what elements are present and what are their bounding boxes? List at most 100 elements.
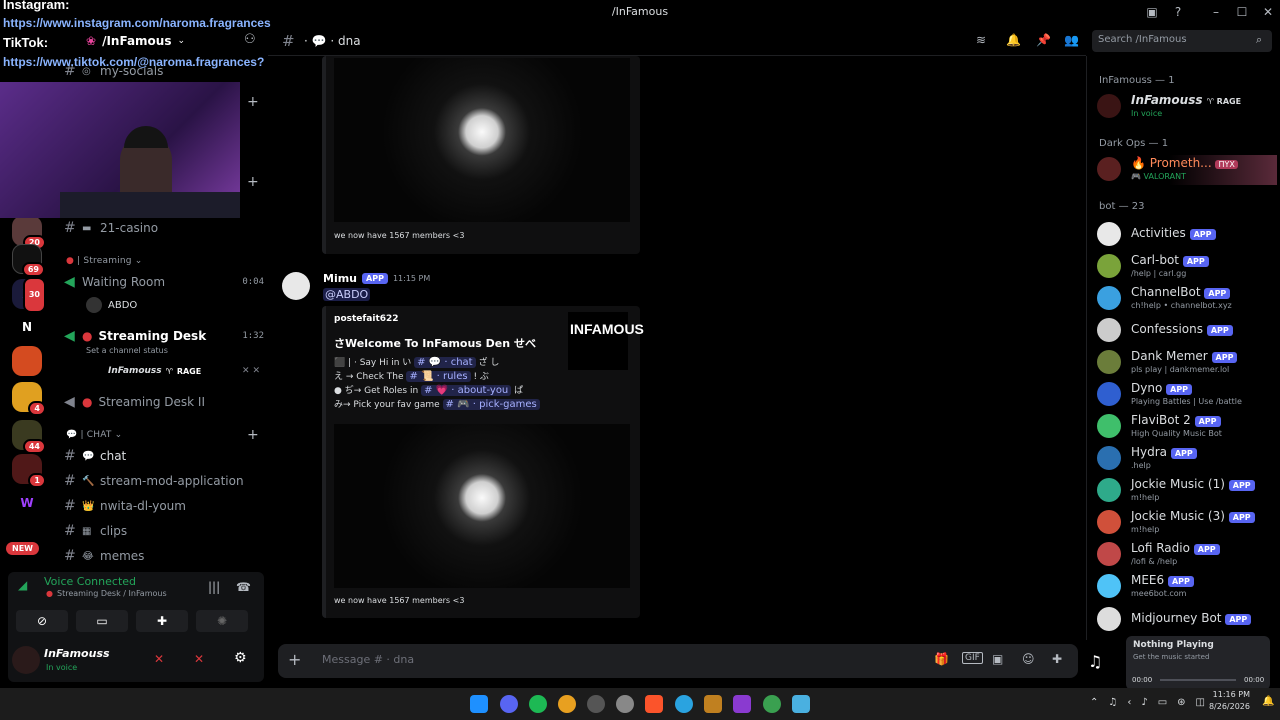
member-bot[interactable]: FlaviBot 2 APP High Quality Music Bot: [1097, 412, 1277, 442]
message-input[interactable]: Message # · dna: [322, 653, 414, 666]
member-bot[interactable]: Jockie Music (1) APP m!help: [1097, 476, 1277, 506]
moon-image[interactable]: [334, 424, 630, 588]
tiktok-link[interactable]: https://www.tiktok.com/@naroma.fragrance…: [3, 55, 264, 69]
channel-chat[interactable]: # 💬 chat: [64, 445, 264, 467]
clock-date[interactable]: 8/26/2026: [1200, 702, 1250, 711]
member-bot[interactable]: Activities APP: [1097, 220, 1277, 250]
brave-app-icon[interactable]: [645, 695, 663, 713]
chrome-app-icon[interactable]: [763, 695, 781, 713]
member-bot[interactable]: Jockie Music (3) APP m!help: [1097, 508, 1277, 538]
app-icon[interactable]: [704, 695, 722, 713]
server-icon[interactable]: 44: [12, 420, 46, 454]
channel-link-chat[interactable]: # 💬 · chat: [414, 357, 476, 368]
spotify-app-icon[interactable]: [529, 695, 547, 713]
server-icon[interactable]: [12, 346, 42, 376]
notification-icon[interactable]: 🔔: [1262, 696, 1274, 707]
app-icon[interactable]: [792, 695, 810, 713]
activities-button[interactable]: ✚: [136, 610, 188, 632]
member-bot[interactable]: Dank Memer APP pls play | dankmemer.lol: [1097, 348, 1277, 378]
minimize-button[interactable]: –: [1208, 4, 1224, 20]
progress-bar[interactable]: [1160, 679, 1236, 681]
category-streaming[interactable]: ● | Streaming ⌄: [66, 256, 143, 266]
help-icon[interactable]: ?: [1170, 4, 1186, 20]
member-infamouss[interactable]: InFamouss ♈ RAGE In voice: [1097, 92, 1277, 122]
app-icon[interactable]: [733, 695, 751, 713]
moon-image[interactable]: [334, 58, 630, 222]
embed-author[interactable]: postefait622: [334, 314, 399, 324]
members-icon[interactable]: 👥: [1064, 33, 1079, 47]
add-channel-icon[interactable]: +: [247, 174, 259, 190]
gif-icon[interactable]: GIF: [962, 652, 983, 664]
server-icon[interactable]: N: [12, 312, 42, 342]
server-icon[interactable]: 69: [12, 244, 45, 277]
instagram-link[interactable]: https://www.instagram.com/naroma.fragran…: [3, 16, 271, 30]
voice-streaming-desk[interactable]: ◀ ● Streaming Desk 1:32: [64, 325, 264, 347]
app-icon[interactable]: [616, 695, 634, 713]
gift-icon[interactable]: 🎁: [934, 652, 949, 666]
search-input[interactable]: Search /InFamous ⌕: [1092, 30, 1272, 52]
member-prometh[interactable]: 🔥 Prometh... ПYX 🎮 VALORANT: [1097, 155, 1277, 185]
category-chat[interactable]: 💬 | CHAT ⌄: [66, 430, 122, 440]
channel-memes[interactable]: # 😂 memes: [64, 545, 264, 567]
noise-suppression-icon[interactable]: |||: [208, 580, 220, 594]
add-channel-icon[interactable]: +: [247, 427, 259, 443]
soundboard-button[interactable]: ✺: [196, 610, 248, 632]
threads-icon[interactable]: ≋: [976, 33, 986, 47]
channel-link-rules[interactable]: # 📜 · rules: [406, 371, 471, 382]
inbox-icon[interactable]: ▣: [1144, 4, 1160, 20]
server-icon[interactable]: W: [12, 488, 42, 518]
channel-status-prompt[interactable]: Set a channel status: [86, 346, 168, 355]
member-bot[interactable]: MEE6 APP mee6bot.com: [1097, 572, 1277, 602]
server-icon[interactable]: 20: [12, 216, 46, 250]
channel-link-pick-games[interactable]: # 🎮 · pick-games: [442, 399, 540, 410]
clock-time[interactable]: 11:16 PM: [1206, 690, 1250, 699]
disconnect-icon[interactable]: ☎: [236, 580, 251, 594]
server-icon[interactable]: X30: [12, 277, 46, 313]
mute-icon[interactable]: ✕: [154, 652, 164, 666]
voice-status[interactable]: Voice Connected: [44, 575, 136, 588]
channel-21-casino[interactable]: # ▬ 21-casino: [64, 217, 264, 239]
voice-user-abdo[interactable]: ABDO: [86, 297, 137, 313]
emoji-icon[interactable]: ☺: [1022, 652, 1035, 666]
close-button[interactable]: ✕: [1260, 4, 1276, 20]
invite-icon[interactable]: ⚇: [244, 32, 256, 47]
voice-streaming-desk-2[interactable]: ◀ ● Streaming Desk II: [64, 391, 264, 413]
avatar[interactable]: [12, 646, 40, 674]
gear-icon[interactable]: ⚙: [234, 650, 247, 666]
camera-off-button[interactable]: ⊘: [16, 610, 68, 632]
windows-start-icon[interactable]: [470, 695, 488, 713]
maximize-button[interactable]: ☐: [1234, 4, 1250, 20]
music-note-icon[interactable]: ♫: [1088, 652, 1102, 671]
member-bot[interactable]: Lofi Radio APP/lofi & /help: [1097, 540, 1277, 570]
member-bot[interactable]: Carl-bot APP/help | carl.gg: [1097, 252, 1277, 282]
obs-app-icon[interactable]: [587, 695, 605, 713]
member-bot[interactable]: Hydra APP .help: [1097, 444, 1277, 474]
apps-icon[interactable]: ✚: [1052, 652, 1062, 666]
channel-link-about-you[interactable]: # 💗 · about-you: [421, 385, 512, 396]
avatar[interactable]: [282, 272, 310, 300]
voice-waiting-room[interactable]: ◀ Waiting Room 0:04: [64, 271, 264, 293]
member-bot[interactable]: ChannelBot APP ch!help • channelbot.xyz: [1097, 284, 1277, 314]
new-badge[interactable]: NEW: [6, 542, 39, 555]
server-icon[interactable]: 4: [12, 382, 46, 416]
bell-icon[interactable]: 🔔: [1006, 33, 1021, 47]
channel-stream-mod-application[interactable]: # 🔨 stream-mod-application: [64, 470, 264, 492]
message-mention[interactable]: @ABDO: [323, 288, 371, 301]
channel-nwita-dl-youm[interactable]: # 👑 nwita-dl-youm: [64, 495, 264, 517]
server-header[interactable]: ❀ /InFamous ⌄: [86, 28, 266, 54]
channel-clips[interactable]: # ▦ clips: [64, 520, 264, 542]
pin-icon[interactable]: 📌: [1036, 33, 1051, 47]
voice-user-infamouss[interactable]: InFamouss ♈ RAGE ✕ ✕: [108, 366, 260, 376]
telegram-app-icon[interactable]: [675, 695, 693, 713]
discord-app-icon[interactable]: [500, 695, 518, 713]
chrome-app-icon[interactable]: [558, 695, 576, 713]
tray-icons[interactable]: ⌃♫‹♪▭⊛◫: [1090, 697, 1215, 708]
member-bot[interactable]: Midjourney Bot APP: [1097, 605, 1277, 635]
add-channel-icon[interactable]: +: [247, 94, 259, 110]
voice-location[interactable]: ● Streaming Desk / InFamous: [46, 589, 167, 598]
member-bot[interactable]: Dyno APP Playing Battles | Use /battle: [1097, 380, 1277, 410]
server-icon[interactable]: 1: [12, 454, 46, 488]
attach-plus-icon[interactable]: +: [288, 650, 301, 669]
member-bot[interactable]: Confessions APP: [1097, 316, 1277, 346]
sticker-icon[interactable]: ▣: [992, 652, 1003, 666]
